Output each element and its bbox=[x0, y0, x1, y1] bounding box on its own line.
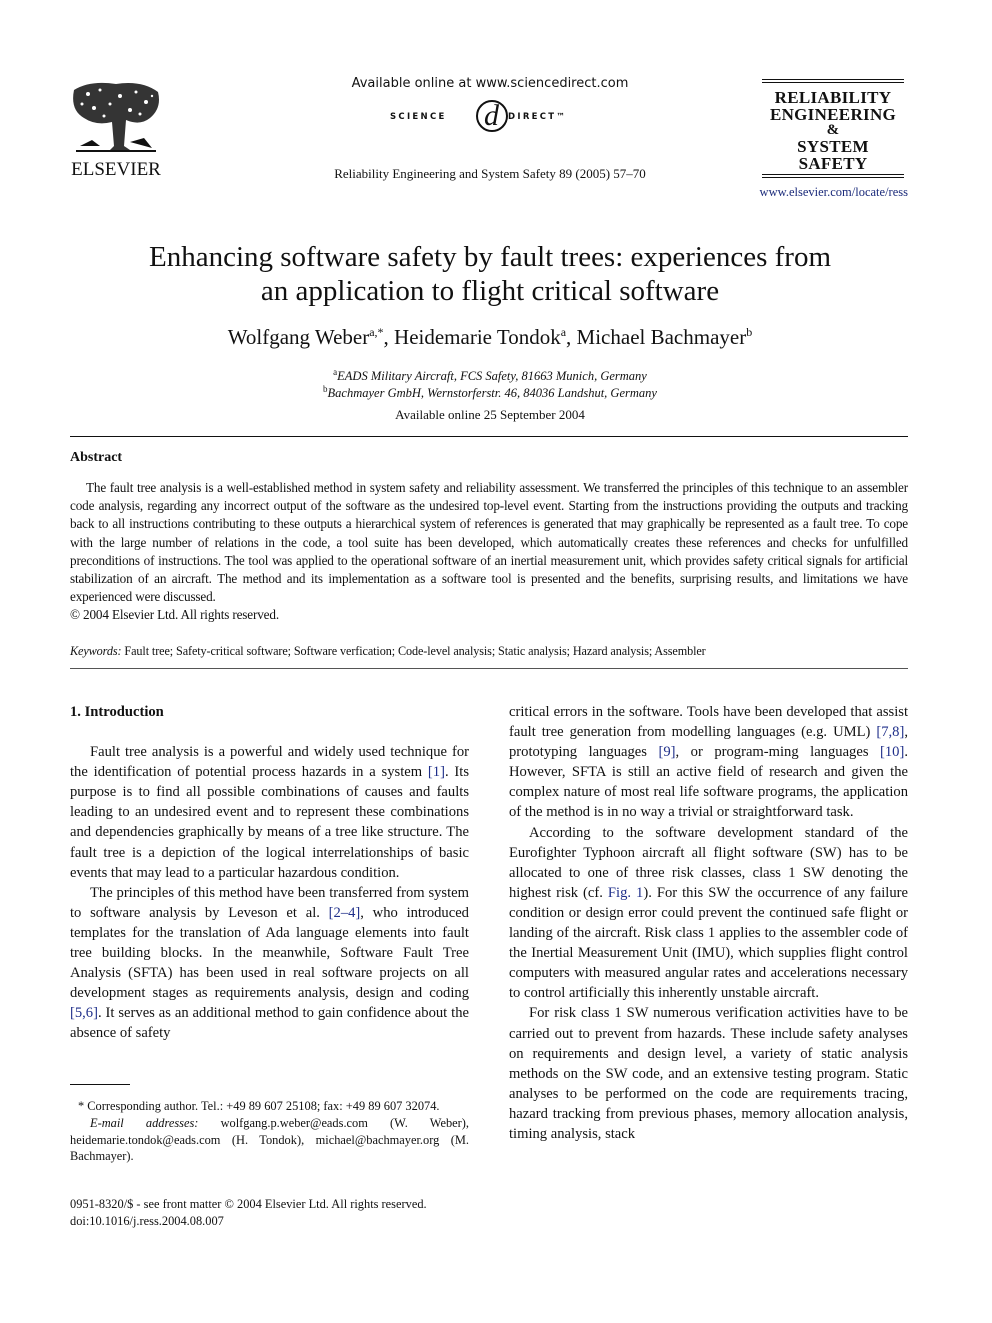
citation-link[interactable]: [9] bbox=[658, 744, 675, 760]
citation-link[interactable]: [10] bbox=[880, 744, 904, 760]
paragraph-text: . Its purpose is to find all possible co… bbox=[70, 764, 469, 881]
author-list: Wolfgang Webera,*, Heidemarie Tondoka, M… bbox=[100, 325, 880, 350]
citation-link[interactable]: [2–4] bbox=[329, 905, 361, 921]
author-separator: , bbox=[566, 325, 577, 349]
author-affiliation-mark[interactable]: b bbox=[746, 325, 752, 339]
paragraph-text: , or program-ming languages bbox=[675, 744, 881, 761]
abstract-copyright: © 2004 Elsevier Ltd. All rights reserved… bbox=[70, 607, 279, 623]
sciencedirect-at-glyph: d bbox=[484, 99, 500, 132]
footnotes: * Corresponding author. Tel.: +49 89 607… bbox=[70, 1098, 469, 1165]
corresponding-author-note: * Corresponding author. Tel.: +49 89 607… bbox=[78, 1099, 440, 1113]
paper-title-line1: Enhancing software safety by fault trees… bbox=[148, 241, 832, 273]
affiliation: aEADS Military Aircraft, FCS Safety, 816… bbox=[100, 367, 880, 384]
paper-title: Enhancing software safety by fault trees… bbox=[100, 240, 880, 308]
author-affiliation-mark[interactable]: a,* bbox=[369, 325, 383, 339]
elsevier-tree-icon bbox=[70, 80, 162, 158]
abstract-body: The fault tree analysis is a well-establ… bbox=[70, 479, 908, 625]
keywords: Keywords: Fault tree; Safety-critical so… bbox=[70, 644, 908, 659]
journal-reference: Reliability Engineering and System Safet… bbox=[334, 166, 646, 181]
paper-title-line2: an application to flight critical softwa… bbox=[260, 275, 720, 307]
journal-logo-line1: RELIABILITY bbox=[774, 88, 892, 107]
author-name: Michael Bachmayer bbox=[576, 325, 747, 349]
paragraph: For risk class 1 SW numerous verificatio… bbox=[509, 1005, 908, 1142]
front-matter: 0951-8320/$ - see front matter © 2004 El… bbox=[70, 1196, 469, 1230]
abstract-heading: Abstract bbox=[70, 450, 123, 465]
affiliation-text: EADS Military Aircraft, FCS Safety, 8166… bbox=[337, 369, 647, 384]
paragraph-text: . It serves as an additional method to g… bbox=[70, 1005, 469, 1042]
citation-link[interactable]: [7,8] bbox=[876, 724, 904, 740]
divider bbox=[70, 668, 908, 669]
sciencedirect-available-text[interactable]: Available online at www.sciencedirect.co… bbox=[320, 76, 660, 91]
issn-copyright: 0951-8320/$ - see front matter © 2004 El… bbox=[70, 1197, 427, 1211]
figure-link[interactable]: Fig. 1 bbox=[608, 885, 643, 901]
citation-link[interactable]: [5,6] bbox=[70, 1005, 98, 1021]
sciencedirect-logo-direct: DIRECT™ bbox=[508, 112, 568, 122]
paragraph-text: ). For this SW the occurrence of any fai… bbox=[509, 884, 908, 1002]
abstract-text: The fault tree analysis is a well-establ… bbox=[70, 480, 908, 605]
elsevier-logo: ELSEVIER bbox=[68, 80, 164, 185]
divider bbox=[70, 436, 908, 437]
author-name: Heidemarie Tondok bbox=[394, 325, 561, 349]
body-column-right: critical errors in the software. Tools h… bbox=[509, 702, 908, 1144]
body-column-left: 1. Introduction Fault tree analysis is a… bbox=[70, 702, 469, 1044]
affiliation-text: Bachmayer GmbH, Wernstorferstr. 46, 8403… bbox=[327, 386, 657, 401]
paragraph-text: Fault tree analysis is a powerful and wi… bbox=[70, 744, 469, 781]
sciencedirect-at-icon: d bbox=[472, 94, 512, 141]
section-heading: 1. Introduction bbox=[70, 704, 164, 720]
available-online-date: Available online 25 September 2004 bbox=[395, 407, 585, 422]
journal-logo-bottom-rule bbox=[762, 174, 904, 178]
journal-logo-line4: SYSTEM bbox=[797, 137, 869, 156]
paragraph: According to the software development st… bbox=[509, 823, 908, 1004]
keywords-label: Keywords: bbox=[70, 644, 122, 658]
sciencedirect-logo[interactable]: SCIENCE d DIRECT™ bbox=[390, 99, 590, 136]
paragraph: Fault tree analysis is a powerful and wi… bbox=[70, 742, 469, 883]
paragraph: The principles of this method have been … bbox=[70, 883, 469, 1044]
doi-link[interactable]: doi:10.1016/j.ress.2004.08.007 bbox=[70, 1213, 469, 1230]
journal-logo-line3: & bbox=[826, 122, 840, 138]
paragraph: critical errors in the software. Tools h… bbox=[509, 702, 908, 823]
author-separator: , bbox=[383, 325, 395, 349]
journal-logo-title: RELIABILITY ENGINEERING & SYSTEM SAFETY bbox=[762, 83, 904, 174]
journal-logo-line5: SAFETY bbox=[798, 154, 868, 173]
keywords-list: Fault tree; Safety-critical software; So… bbox=[124, 644, 706, 658]
paragraph-text: critical errors in the software. Tools h… bbox=[509, 704, 908, 741]
journal-logo-line2: ENGINEERING bbox=[769, 105, 897, 124]
publisher-name: ELSEVIER bbox=[71, 159, 161, 180]
citation-link[interactable]: [1] bbox=[428, 764, 445, 780]
email-label: E-mail addresses: bbox=[90, 1115, 199, 1130]
journal-logo: RELIABILITY ENGINEERING & SYSTEM SAFETY bbox=[762, 79, 904, 178]
email-addresses-note: E-mail addresses: wolfgang.p.weber@eads.… bbox=[70, 1115, 469, 1165]
journal-url-link[interactable]: www.elsevier.com/locate/ress bbox=[740, 185, 908, 200]
author-name: Wolfgang Weber bbox=[227, 325, 370, 349]
affiliation: bBachmayer GmbH, Wernstorferstr. 46, 840… bbox=[100, 384, 880, 401]
sciencedirect-logo-science: SCIENCE bbox=[390, 112, 447, 122]
footnote-divider bbox=[70, 1084, 130, 1085]
